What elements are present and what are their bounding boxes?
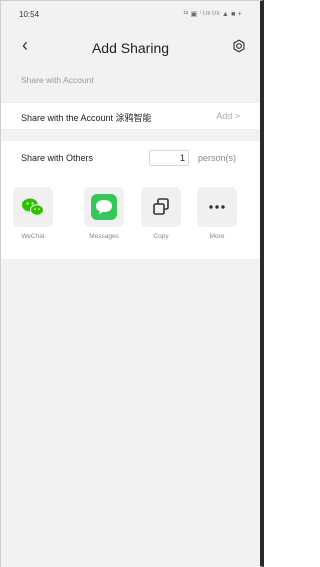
person-count-input[interactable]: 1 (149, 150, 189, 166)
settings-icon[interactable] (232, 39, 246, 53)
share-wechat-button[interactable]: WeChat (11, 187, 55, 240)
more-icon (197, 187, 237, 227)
page-title: Add Sharing (91, 40, 170, 56)
share-messages-label: Messages (89, 233, 119, 240)
empty-background (1, 259, 260, 567)
status-icons: ¹² ▣ ⁱ ᴸᵗᵉ ᴸᵗᵉ ▲ ■ + (183, 11, 242, 18)
share-account-row[interactable]: Share with the Account 涂鸦智能 Add > (1, 102, 260, 130)
copy-icon (141, 187, 181, 227)
share-others-panel: Share with Others 1 person(s) WeChat Mes… (1, 141, 260, 259)
share-account-label: Share with the Account 涂鸦智能 (21, 113, 152, 123)
person-count-unit: person(s) (198, 153, 237, 163)
messages-icon (84, 187, 124, 227)
status-bar: 10:54 ¹² ▣ ⁱ ᴸᵗᵉ ᴸᵗᵉ ▲ ■ + (1, 1, 260, 29)
wechat-icon (13, 187, 53, 227)
share-more-label: More (209, 233, 225, 240)
share-more-button[interactable]: More (195, 187, 239, 240)
share-copy-label: Copy (153, 233, 169, 240)
share-others-label: Share with Others (21, 153, 94, 163)
phone-frame: 10:54 ¹² ▣ ⁱ ᴸᵗᵉ ᴸᵗᵉ ▲ ■ + ‹ Add Sharing… (0, 0, 264, 567)
share-messages-button[interactable]: Messages (82, 187, 126, 240)
share-copy-button[interactable]: Copy (139, 187, 183, 240)
status-time: 10:54 (19, 10, 40, 19)
share-account-section-label: Share with Account (21, 75, 94, 85)
nav-header: ‹ Add Sharing (1, 29, 260, 65)
add-account-button[interactable]: Add > (216, 111, 240, 121)
share-wechat-label: WeChat (21, 233, 45, 240)
